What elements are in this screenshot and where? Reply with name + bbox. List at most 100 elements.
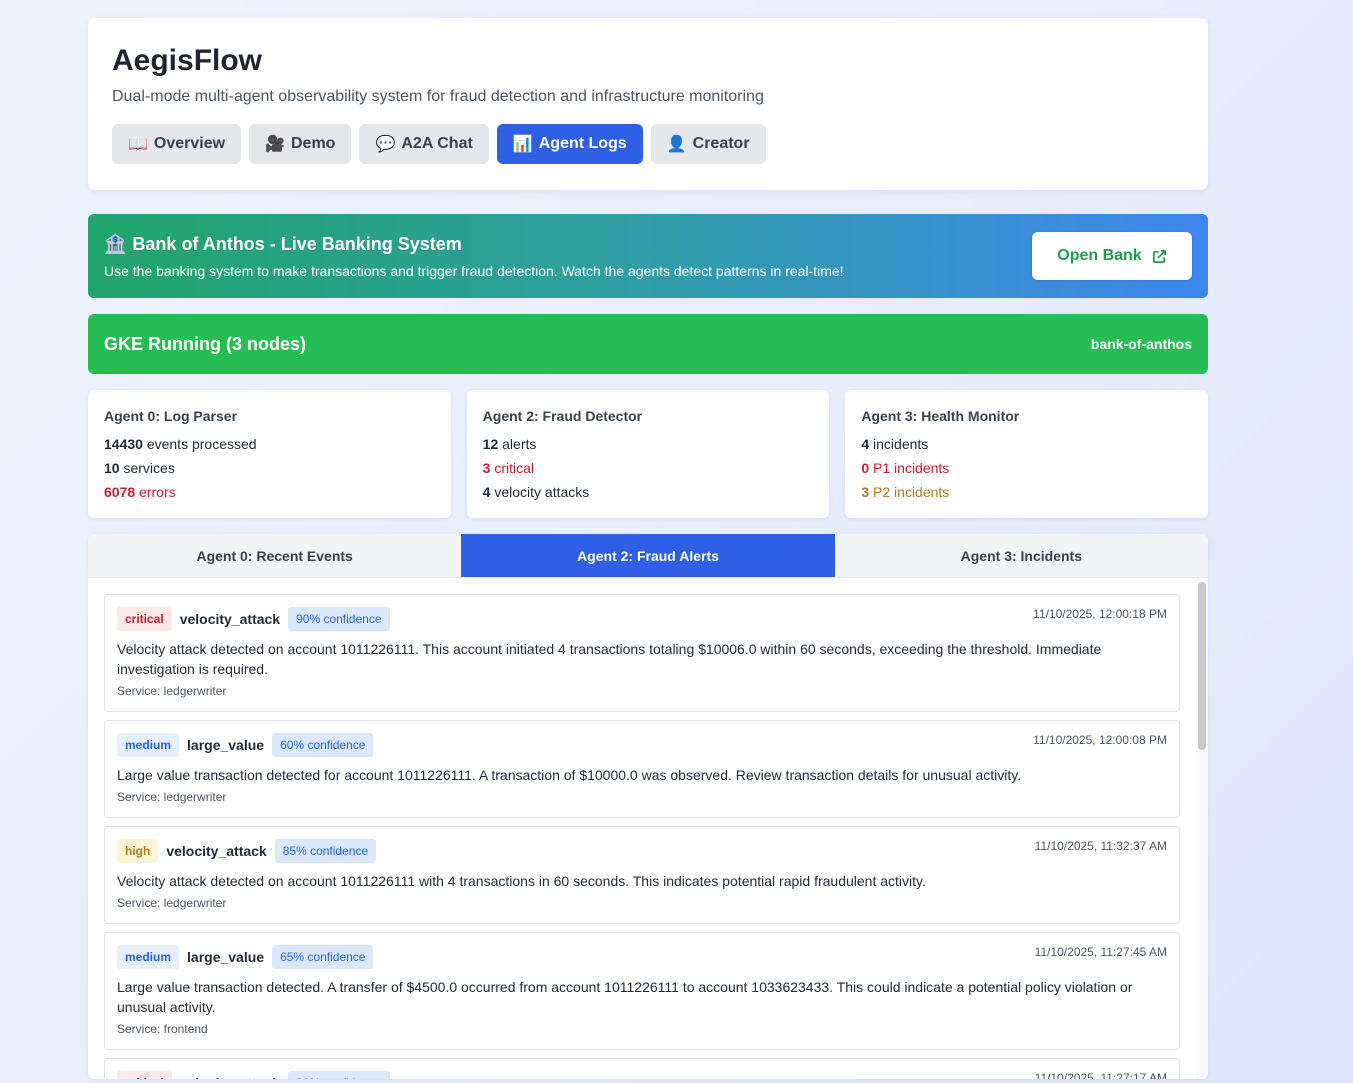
alert-description: Large value transaction detected for acc… xyxy=(117,767,1022,783)
alert-type: velocity_attack xyxy=(166,843,267,859)
alert-service: Service: ledgerwriter xyxy=(117,790,227,804)
velocity-label: velocity attacks xyxy=(494,484,590,500)
tab-overview[interactable]: 📖 Overview xyxy=(112,124,242,164)
cluster-namespace: bank-of-anthos xyxy=(1090,336,1192,352)
tab-creator[interactable]: 👤 Creator xyxy=(650,124,766,164)
app-subtitle: Dual-mode multi-agent observability syst… xyxy=(112,88,764,105)
agent2-critical: 3 critical xyxy=(483,456,814,480)
confidence-badge: 60% confidence xyxy=(272,733,374,757)
alert-card[interactable]: medium large_value 65% confidence 11/10/202… xyxy=(104,932,1180,1050)
agent3-incidents: 4 incidents xyxy=(861,432,1192,456)
tab-label: Demo xyxy=(291,135,336,152)
alerts-label: alerts xyxy=(502,436,537,452)
incidents-count: 4 xyxy=(861,436,870,452)
tab-agent-logs[interactable]: 📊 Agent Logs xyxy=(496,124,643,164)
tab-fraud-alerts[interactable]: Agent 2: Fraud Alerts xyxy=(461,534,835,577)
alert-type: large_value xyxy=(187,737,265,753)
tab-a2a-chat[interactable]: 💬 A2A Chat xyxy=(359,124,489,164)
bank-title-row: 🏦 Bank of Anthos - Live Banking System xyxy=(104,232,1192,256)
alert-timestamp: 11/10/2025, 12:00:18 PM xyxy=(1033,607,1167,621)
alert-header: high velocity_attack 85% confidence xyxy=(117,839,1167,863)
agent0-title: Agent 0: Log Parser xyxy=(104,408,238,424)
tab-label: A2A Chat xyxy=(401,135,473,152)
errors-label: errors xyxy=(139,484,176,500)
alert-type: velocity_attack xyxy=(180,1075,280,1079)
critical-label: critical xyxy=(494,460,535,476)
alert-card[interactable]: critical velocity_attack 90% confidence 11/… xyxy=(104,1058,1180,1079)
tab-demo[interactable]: 🎥 Demo xyxy=(249,124,352,164)
book-icon: 📖 xyxy=(128,136,148,153)
agent2-title: Agent 2: Fraud Detector xyxy=(482,408,643,424)
critical-count: 3 xyxy=(482,460,491,476)
alert-description: Velocity attack detected on account 1011… xyxy=(117,641,1102,677)
events-count: 14430 xyxy=(104,436,143,452)
services-count: 10 xyxy=(104,460,120,476)
alert-header: critical velocity_attack 90% confidence xyxy=(117,607,1167,631)
agent0-events: 14430 events processed xyxy=(104,432,435,456)
alert-service: Service: ledgerwriter xyxy=(117,684,227,698)
agent2-velocity: 4 velocity attacks xyxy=(483,480,814,504)
panel-tabs: Agent 0: Recent Events Agent 2: Fraud Al… xyxy=(88,534,1208,578)
alerts-list: critical velocity_attack 90% confidence 11/… xyxy=(88,578,1196,1079)
confidence-badge: 85% confidence xyxy=(274,839,377,863)
agent-stats: Agent 0: Log Parser 14430 events process… xyxy=(88,390,1209,518)
tab-label: Agent Logs xyxy=(538,135,627,152)
services-label: services xyxy=(123,460,175,476)
severity-badge: critical xyxy=(117,607,172,631)
agent3-card: Agent 3: Health Monitor 4 incidents 0 P1… xyxy=(845,390,1209,518)
agent2-alerts: 12 alerts xyxy=(483,432,814,456)
tab-label: Overview xyxy=(153,135,226,152)
chat-icon: 💬 xyxy=(375,136,396,153)
events-label: events processed xyxy=(146,436,257,452)
bank-banner: 🏦 Bank of Anthos - Live Banking System U… xyxy=(88,214,1208,298)
alert-header: medium large_value 60% confidence xyxy=(117,733,1167,757)
alert-header: medium large_value 65% confidence xyxy=(117,945,1167,969)
agent0-services: 10 services xyxy=(104,456,435,480)
alert-service: Service: ledgerwriter xyxy=(117,896,227,910)
nav-tabs: 📖 Overview 🎥 Demo 💬 A2A Chat 📊 Agent Log… xyxy=(112,124,1184,164)
alert-description: Large value transaction detected. A tran… xyxy=(117,979,1133,1015)
logs-panel: Agent 0: Recent Events Agent 2: Fraud Al… xyxy=(88,534,1208,1079)
open-bank-label: Open Bank xyxy=(1057,247,1142,264)
tab-incidents[interactable]: Agent 3: Incidents xyxy=(834,534,1208,577)
agent0-card: Agent 0: Log Parser 14430 events process… xyxy=(88,390,451,518)
agent0-errors: 6078 errors xyxy=(104,480,435,504)
bank-title: Bank of Anthos - Live Banking System xyxy=(132,234,462,254)
alert-card[interactable]: critical velocity_attack 90% confidence 11/… xyxy=(104,594,1180,712)
alert-type: large_value xyxy=(187,949,265,965)
external-link-icon xyxy=(1152,249,1166,263)
alert-description: Velocity attack detected on account 1011… xyxy=(117,873,926,889)
confidence-badge: 90% confidence xyxy=(288,607,390,631)
tab-recent-events[interactable]: Agent 0: Recent Events xyxy=(88,534,462,577)
incidents-label: incidents xyxy=(873,436,929,452)
agent3-p2: 3 P2 incidents xyxy=(861,480,1192,504)
app-container: AegisFlow Dual-mode multi-agent observab… xyxy=(88,18,1209,1079)
severity-badge: medium xyxy=(117,733,180,757)
cluster-status: GKE Running (3 nodes) xyxy=(104,333,306,354)
alert-type: velocity_attack xyxy=(179,611,281,627)
user-icon: 👤 xyxy=(666,136,687,153)
scrollbar-thumb[interactable] xyxy=(1198,582,1206,750)
alert-card[interactable]: medium large_value 60% confidence 11/10/202… xyxy=(104,720,1180,818)
chart-icon: 📊 xyxy=(512,136,533,153)
alert-service: Service: frontend xyxy=(117,1022,208,1036)
severity-badge: medium xyxy=(117,945,180,969)
severity-badge: high xyxy=(117,839,159,863)
alert-header: critical velocity_attack 90% confidence xyxy=(117,1071,1167,1079)
alert-card[interactable]: high velocity_attack 85% confidence 11/10/2… xyxy=(104,826,1180,924)
header-card: AegisFlow Dual-mode multi-agent observab… xyxy=(88,18,1208,190)
alert-timestamp: 11/10/2025, 12:00:08 PM xyxy=(1033,733,1167,747)
alert-timestamp: 11/10/2025, 11:27:17 AM xyxy=(1034,1071,1167,1079)
bank-description: Use the banking system to make transacti… xyxy=(104,263,844,279)
bank-icon: 🏦 xyxy=(104,234,127,254)
p1-label: P1 incidents xyxy=(873,460,950,476)
tab-label: Creator xyxy=(692,135,750,152)
agent3-p1: 0 P1 incidents xyxy=(861,456,1192,480)
p1-count: 0 xyxy=(861,460,870,476)
severity-badge: critical xyxy=(117,1071,172,1079)
alert-timestamp: 11/10/2025, 11:27:45 AM xyxy=(1034,945,1167,959)
p2-count: 3 xyxy=(861,484,870,500)
alerts-count: 12 xyxy=(482,436,499,452)
open-bank-button[interactable]: Open Bank xyxy=(1032,232,1192,280)
app-title: AegisFlow xyxy=(112,44,263,77)
